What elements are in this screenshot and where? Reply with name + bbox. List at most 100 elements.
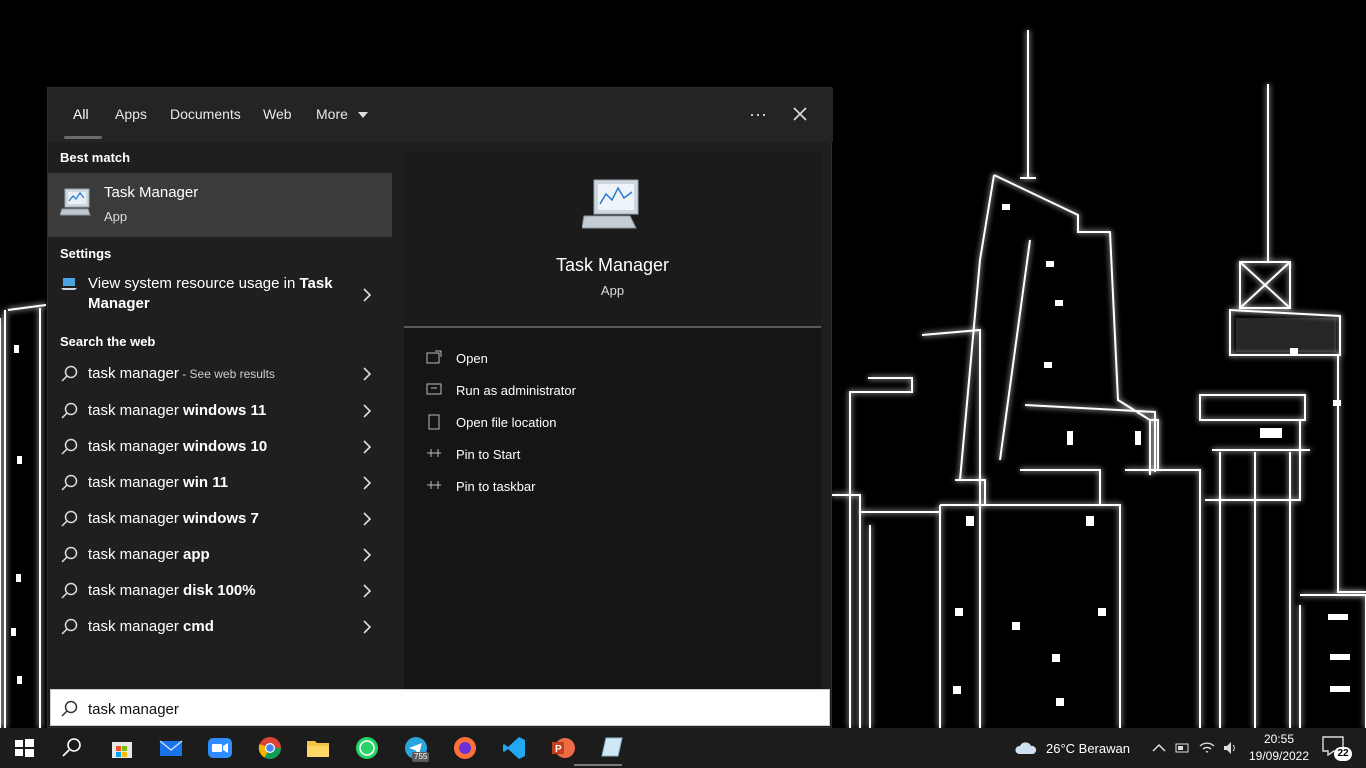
search-panel: All Apps Documents Web More ··· Best mat… <box>47 87 833 728</box>
web-result-item[interactable]: task manager windows 7 <box>48 501 392 537</box>
close-icon[interactable] <box>788 102 812 126</box>
chevron-right-icon <box>363 620 372 634</box>
search-icon <box>61 474 78 491</box>
vscode-button[interactable] <box>490 728 538 768</box>
vscode-icon <box>503 737 525 759</box>
settings-result-label: View system resource usage in Task Manag… <box>88 274 348 314</box>
action-label: Pin to Start <box>456 447 521 462</box>
search-icon <box>61 700 78 717</box>
file-explorer-button[interactable] <box>294 728 342 768</box>
svg-text:P: P <box>555 744 562 755</box>
notification-count: 22 <box>1334 747 1352 761</box>
caret-down-icon <box>357 112 368 119</box>
cloud-icon <box>1015 742 1037 754</box>
action-label: Open <box>456 351 488 366</box>
web-result-bold: app <box>183 546 210 563</box>
section-settings: Settings <box>60 246 112 261</box>
clock[interactable]: 20:55 19/09/2022 <box>1244 731 1314 765</box>
best-match-title: Task Manager <box>104 184 199 201</box>
firefox-button[interactable] <box>441 728 489 768</box>
search-icon <box>61 402 78 419</box>
web-result-item[interactable]: task manager - See web results <box>48 356 392 392</box>
web-result-item[interactable]: task manager windows 10 <box>48 429 392 465</box>
action-pin-to-taskbar[interactable]: Pin to taskbar <box>426 472 806 500</box>
tab-documents[interactable]: Documents <box>170 106 241 122</box>
section-search-web: Search the web <box>60 334 156 349</box>
task-manager-button[interactable] <box>588 728 636 768</box>
action-label: Run as administrator <box>456 383 576 398</box>
tab-web[interactable]: Web <box>263 106 292 122</box>
tab-apps[interactable]: Apps <box>115 106 147 122</box>
zoom-button[interactable] <box>196 728 244 768</box>
web-result-item[interactable]: task manager cmd <box>48 609 392 645</box>
whatsapp-button[interactable] <box>343 728 391 768</box>
chrome-button[interactable] <box>246 728 294 768</box>
tab-all[interactable]: All <box>73 106 89 122</box>
clock-date: 19/09/2022 <box>1248 749 1310 763</box>
web-result-bold: cmd <box>183 618 214 635</box>
best-match-subtitle: App <box>104 209 128 224</box>
weather-widget[interactable]: 26°C Berawan <box>1014 728 1140 768</box>
web-result-item[interactable]: task manager windows 11 <box>48 393 392 429</box>
web-result-bold: windows 11 <box>183 402 267 419</box>
detail-pane: Task Manager App Open Run as administrat… <box>404 152 821 689</box>
action-pin-to-start[interactable]: Pin to Start <box>426 440 806 468</box>
task-manager-icon <box>60 188 91 216</box>
web-result-item[interactable]: task manager app <box>48 537 392 573</box>
chevron-up-icon[interactable] <box>1151 740 1167 756</box>
powerpoint-button[interactable]: P <box>539 728 587 768</box>
web-result-item[interactable]: task manager win 11 <box>48 465 392 501</box>
active-app-indicator <box>574 764 622 766</box>
wifi-icon[interactable] <box>1199 740 1215 756</box>
action-open-file-location[interactable]: Open file location <box>426 408 806 436</box>
web-result-text: task manager <box>88 618 184 635</box>
more-options-icon[interactable]: ··· <box>746 102 770 126</box>
results-list: Best match Task Manager App Settings Vie… <box>48 142 392 689</box>
start-button[interactable] <box>0 728 48 768</box>
settings-result-item[interactable]: View system resource usage in Task Manag… <box>48 270 392 320</box>
chevron-right-icon <box>363 476 372 490</box>
active-tab-indicator <box>64 136 102 139</box>
search-icon <box>61 618 78 635</box>
weather-text: 26°C Berawan <box>1046 741 1130 756</box>
search-box[interactable] <box>50 689 830 726</box>
web-result-text: task manager <box>88 365 179 382</box>
web-result-bold: windows 10 <box>183 438 268 455</box>
tab-more[interactable]: More <box>316 106 368 122</box>
search-button[interactable] <box>48 728 96 768</box>
search-icon <box>61 438 78 455</box>
open-icon <box>426 350 442 364</box>
telegram-button[interactable] <box>392 728 440 768</box>
tab-more-label: More <box>316 106 348 122</box>
web-result-item[interactable]: task manager disk 100% <box>48 573 392 609</box>
chevron-right-icon <box>363 288 372 302</box>
mail-icon <box>159 740 183 756</box>
start-icon <box>15 739 34 757</box>
action-label: Pin to taskbar <box>456 479 536 494</box>
notification-center-button[interactable]: 22 <box>1322 736 1352 762</box>
settings-result-text: View system resource usage in <box>88 275 300 292</box>
chevron-right-icon <box>363 512 372 526</box>
zoom-icon <box>208 738 232 758</box>
speaker-icon[interactable] <box>1222 740 1238 756</box>
web-result-text: task manager <box>88 546 184 563</box>
search-input[interactable] <box>88 698 788 720</box>
microsoft-store-button[interactable] <box>98 728 146 768</box>
action-open[interactable]: Open <box>426 344 806 372</box>
detail-title: Task Manager <box>555 255 670 275</box>
action-label: Open file location <box>456 415 557 430</box>
chevron-right-icon <box>363 440 372 454</box>
detail-header: Task Manager App <box>404 152 821 328</box>
mail-button[interactable] <box>147 728 195 768</box>
battery-icon[interactable] <box>1175 740 1191 756</box>
microsoft-store-icon <box>112 742 132 758</box>
file-location-icon <box>428 414 440 430</box>
web-result-bold: win 11 <box>183 474 229 491</box>
search-icon <box>61 365 78 382</box>
web-result-hint: - See web results <box>178 367 275 381</box>
best-match-item[interactable]: Task Manager App <box>48 173 392 237</box>
action-run-as-admin[interactable]: Run as administrator <box>426 376 806 404</box>
search-icon <box>61 510 78 527</box>
web-result-bold: windows 7 <box>183 510 259 527</box>
web-result-text: task manager <box>88 438 184 455</box>
